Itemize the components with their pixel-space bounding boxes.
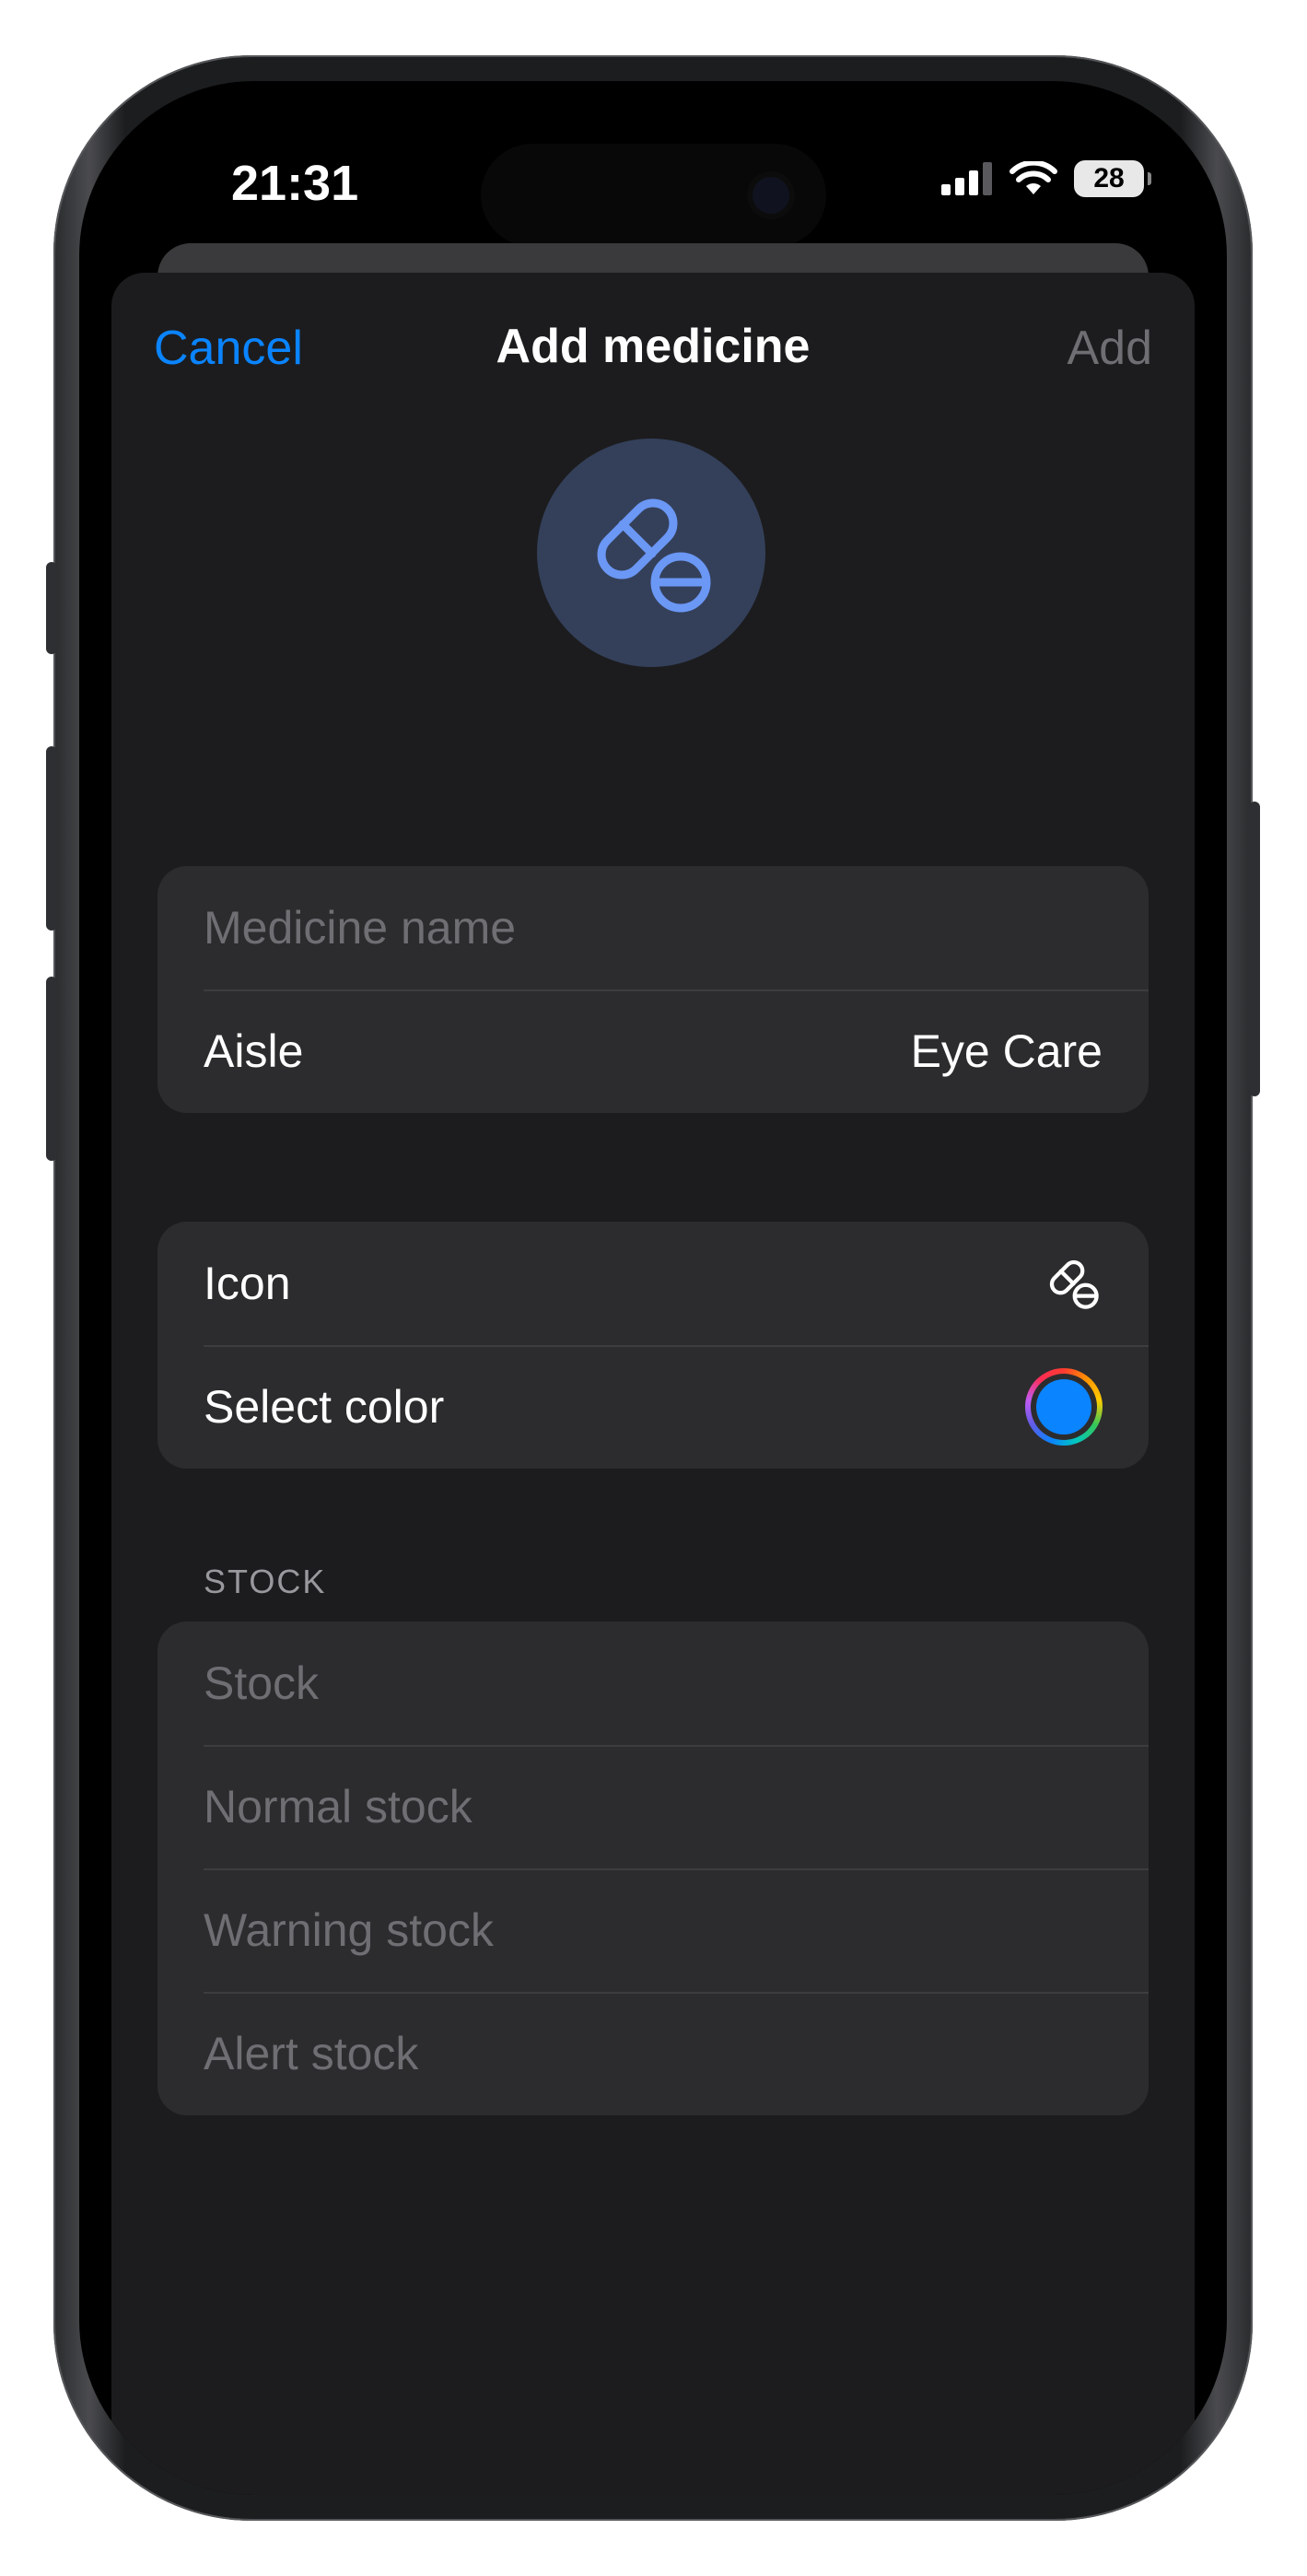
warning-stock-row	[158, 1868, 1149, 1992]
aisle-row[interactable]: Aisle Eye Care	[158, 989, 1149, 1113]
selected-color-swatch	[1036, 1379, 1091, 1434]
select-color-row[interactable]: Select color	[158, 1345, 1149, 1469]
select-color-label: Select color	[204, 1381, 445, 1433]
icon-row[interactable]: Icon	[158, 1222, 1149, 1345]
wifi-icon	[1009, 161, 1057, 194]
status-bar: 21:31 28	[79, 81, 1227, 247]
battery-icon: 28	[1074, 160, 1151, 197]
add-medicine-sheet: Cancel Add medicine Add Aisle Eye Care	[111, 273, 1195, 2495]
normal-stock-input[interactable]	[204, 1780, 1103, 1833]
alert-stock-row	[158, 1992, 1149, 2115]
basic-info-group: Aisle Eye Care	[158, 866, 1149, 1113]
navigation-bar: Cancel Add medicine Add	[111, 273, 1195, 402]
color-picker-well[interactable]	[1025, 1368, 1103, 1446]
action-button	[46, 562, 57, 654]
battery-level: 28	[1093, 163, 1125, 193]
alert-stock-input[interactable]	[204, 2027, 1103, 2080]
screen: 21:31 28 Cancel Add medicine Add Medicin…	[79, 81, 1227, 2495]
normal-stock-row	[158, 1745, 1149, 1868]
dynamic-island	[481, 144, 826, 247]
warning-stock-input[interactable]	[204, 1903, 1103, 1957]
status-time: 21:31	[231, 156, 359, 211]
volume-down-button	[46, 977, 57, 1161]
aisle-value: Eye Care	[910, 1025, 1103, 1077]
pill-icon	[597, 498, 711, 613]
medicine-name-row	[158, 866, 1149, 989]
stock-section-header: STOCK	[204, 1563, 327, 1600]
status-icons: 28	[941, 160, 1151, 197]
stock-input[interactable]	[204, 1657, 1103, 1710]
camera-icon	[753, 177, 789, 214]
power-button	[1249, 802, 1260, 1096]
medicine-icon-preview[interactable]	[537, 439, 765, 667]
stock-row	[158, 1622, 1149, 1745]
appearance-group: Icon Select color	[158, 1222, 1149, 1469]
icon-label: Icon	[204, 1258, 291, 1309]
aisle-label: Aisle	[204, 1025, 304, 1077]
medicine-name-input[interactable]	[204, 901, 1103, 954]
stock-group	[158, 1622, 1149, 2115]
page-title: Add medicine	[496, 320, 811, 373]
volume-up-button	[46, 746, 57, 931]
pill-icon	[1049, 1259, 1099, 1309]
cellular-signal-icon	[941, 162, 992, 195]
add-button[interactable]: Add	[1067, 321, 1152, 376]
